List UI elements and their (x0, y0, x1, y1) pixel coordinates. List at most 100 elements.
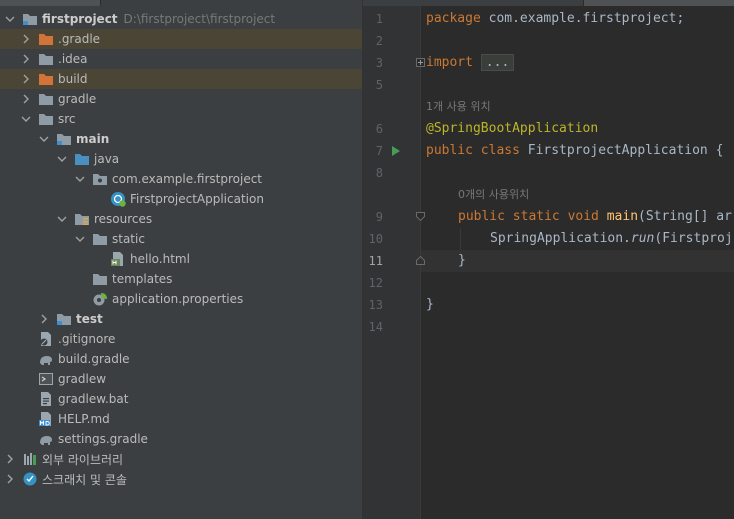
line-number-current: 11 (368, 254, 383, 268)
run-icon[interactable] (391, 145, 401, 157)
tree-item-scratches[interactable]: 스크래치 및 콘솔 (0, 469, 362, 489)
tree-item-label: gradlew (58, 372, 107, 386)
gradle-elephant-icon (38, 431, 54, 447)
chevron-right-icon[interactable] (4, 453, 16, 465)
tree-item-main[interactable]: main (0, 129, 362, 149)
tree-item-hello-html[interactable]: hello.html (0, 249, 362, 269)
line-number: 2 (375, 34, 383, 48)
tree-item-resources[interactable]: resources (0, 209, 362, 229)
tree-item-label: java (94, 152, 120, 166)
tree-root[interactable]: firstproject D:\firstproject\firstprojec… (0, 9, 362, 29)
tree-item-label: FirstprojectApplication (130, 192, 264, 206)
batch-file-icon (38, 391, 54, 407)
project-panel: firstproject D:\firstproject\firstprojec… (0, 6, 362, 519)
tree-item-label: .gitignore (58, 332, 116, 346)
tree-item-gradlew-bat[interactable]: gradlew.bat (0, 389, 362, 409)
tree-item-java[interactable]: java (0, 149, 362, 169)
chevron-down-icon[interactable] (38, 133, 50, 145)
tree-item-label: gradlew.bat (58, 392, 129, 406)
package-icon (92, 171, 108, 187)
folder-icon (38, 91, 54, 107)
line-number: 1 (375, 12, 383, 26)
gitignore-file-icon (38, 331, 54, 347)
code-line-9: public static void main(String[] ar (458, 206, 732, 228)
scratches-icon (22, 471, 38, 487)
tree-item-application-class[interactable]: FirstprojectApplication (0, 189, 362, 209)
chevron-right-icon[interactable] (20, 53, 32, 65)
chevron-right-icon[interactable] (4, 473, 16, 485)
indent-guide (460, 228, 461, 250)
tree-item-idea[interactable]: .idea (0, 49, 362, 69)
code-text: (Firstproj (654, 231, 733, 246)
code-line-1: package com.example.firstproject; (426, 8, 684, 30)
shell-script-icon (38, 371, 54, 387)
tree-item-gradlew[interactable]: gradlew (0, 369, 362, 389)
project-path: D:\firstproject\firstproject (123, 12, 276, 26)
code-text: (String[] ar (638, 209, 732, 224)
tree-item-application-properties[interactable]: application.properties (0, 289, 362, 309)
tree-item-templates[interactable]: templates (0, 269, 362, 289)
folder-icon (92, 271, 108, 287)
usage-hint[interactable]: 0개의 사용위치 (458, 184, 529, 206)
tree-item-label: settings.gradle (58, 432, 148, 446)
tree-item-label: 스크래치 및 콘솔 (42, 472, 127, 487)
tree-item-label: hello.html (130, 252, 190, 266)
tree-item-label: 외부 라이브러리 (42, 452, 124, 467)
tree-item-external-libraries[interactable]: 외부 라이브러리 (0, 449, 362, 469)
code-line-10: SpringApplication.run(Firstproj (490, 228, 733, 250)
code-text: FirstprojectApplication { (519, 143, 724, 158)
spring-boot-class-icon (110, 191, 126, 207)
code-line-3: import ... (426, 52, 515, 74)
tree-item-gradle-dir[interactable]: .gradle (0, 29, 362, 49)
line-number: 8 (375, 166, 383, 180)
tree-item-build[interactable]: build (0, 69, 362, 89)
line-number: 3 (375, 56, 383, 70)
fold-expand-icon[interactable] (416, 58, 425, 67)
code-line-11: } (458, 253, 466, 268)
method-name: main (598, 209, 639, 224)
tree-item-src[interactable]: src (0, 109, 362, 129)
chevron-right-icon[interactable] (38, 313, 50, 325)
method-call: run (630, 231, 655, 246)
line-number: 10 (368, 232, 383, 246)
code-line-13: } (426, 297, 434, 312)
folded-imports[interactable]: ... (480, 54, 515, 71)
line-number: 12 (368, 276, 383, 290)
excluded-folder-icon (38, 31, 54, 47)
module-folder-icon (56, 311, 72, 327)
markdown-file-icon (38, 411, 54, 427)
tree-item-package[interactable]: com.example.firstproject (0, 169, 362, 189)
tree-item-build-gradle[interactable]: build.gradle (0, 349, 362, 369)
usage-hint[interactable]: 1개 사용 위치 (426, 96, 491, 118)
tree-item-test[interactable]: test (0, 309, 362, 329)
tree-item-label: build (58, 72, 88, 86)
html-file-icon (110, 251, 126, 267)
tree-item-static[interactable]: static (0, 229, 362, 249)
tree-item-gitignore[interactable]: .gitignore (0, 329, 362, 349)
tree-item-label: src (58, 112, 76, 126)
chevron-down-icon[interactable] (56, 153, 68, 165)
chevron-right-icon[interactable] (20, 73, 32, 85)
tree-item-label: templates (112, 272, 173, 286)
module-folder-icon (56, 131, 72, 147)
keyword: public class (426, 143, 520, 158)
chevron-right-icon[interactable] (20, 33, 32, 45)
chevron-down-icon[interactable] (4, 13, 16, 25)
tree-item-help-md[interactable]: HELP.md (0, 409, 362, 429)
gradle-elephant-icon (38, 351, 54, 367)
chevron-down-icon[interactable] (20, 113, 32, 125)
source-folder-icon (74, 151, 90, 167)
chevron-down-icon[interactable] (56, 213, 68, 225)
line-number: 5 (375, 78, 383, 92)
chevron-right-icon[interactable] (20, 93, 32, 105)
chevron-down-icon[interactable] (74, 173, 86, 185)
fold-end-icon[interactable] (416, 256, 425, 265)
tree-item-gradle[interactable]: gradle (0, 89, 362, 109)
code-text: SpringApplication. (490, 231, 631, 246)
tree-item-label: .idea (58, 52, 88, 66)
fold-collapse-icon[interactable] (416, 212, 425, 221)
tree-item-settings-gradle[interactable]: settings.gradle (0, 429, 362, 449)
tree-item-label: test (76, 312, 103, 326)
chevron-down-icon[interactable] (74, 233, 86, 245)
folder-icon (92, 231, 108, 247)
